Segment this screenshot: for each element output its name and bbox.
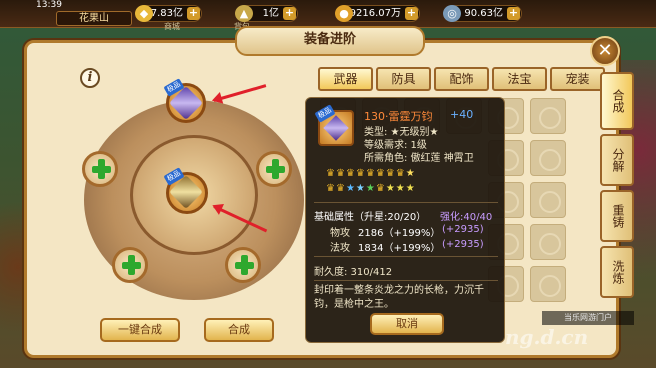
inventory-cell[interactable] xyxy=(530,140,566,176)
coin-currency: ● 9216.07万 + xyxy=(335,5,420,22)
tooltip-item-icon: 极品 xyxy=(314,104,354,146)
tab-accessory[interactable]: 配饰 xyxy=(434,67,489,91)
durability: 耐久度: 310/412 xyxy=(314,267,393,278)
tab-pet-gear[interactable]: 宠装 xyxy=(550,67,605,91)
tab-armor[interactable]: 防具 xyxy=(376,67,431,91)
mag-atk-label: 法攻 xyxy=(330,243,350,254)
add-material-slot-right[interactable] xyxy=(256,151,292,187)
tooltip-divider xyxy=(314,280,498,281)
item-role-req: 所需角色: 傲红莲 神霄卫 xyxy=(364,153,474,164)
plus-icon xyxy=(235,255,254,275)
copper-coin-icon: ● xyxy=(335,5,353,22)
plus-icon xyxy=(92,159,111,179)
mag-atk-bonus: (+2935) xyxy=(442,239,484,250)
result-slot-center[interactable]: 极品 xyxy=(163,167,208,214)
inventory-cell[interactable] xyxy=(530,182,566,218)
add-ingot-button[interactable]: + xyxy=(187,7,200,20)
location-label: 花果山 xyxy=(56,11,132,26)
mag-atk-value: 1834（+199%） xyxy=(358,243,441,254)
tooltip-divider xyxy=(314,256,498,257)
tooltip-divider xyxy=(314,202,498,203)
close-button[interactable]: ✕ xyxy=(590,36,620,66)
add-coin-button[interactable]: + xyxy=(405,7,418,20)
inventory-cell[interactable] xyxy=(530,98,566,134)
watermark-text: 当乐网游门户 xyxy=(542,311,634,325)
add-material-slot-bottom-right[interactable] xyxy=(225,247,261,283)
ingot-currency: ◆ 57.83亿 + xyxy=(135,5,202,22)
side-tab-decompose[interactable]: 分解 xyxy=(600,134,634,186)
star-rating-row-2: ♛♛★★★♛★★★ xyxy=(326,183,416,194)
material-slot-top[interactable]: 极品 xyxy=(163,78,206,123)
points-currency: ◎ 90.63亿 + xyxy=(443,5,522,22)
points-icon: ◎ xyxy=(443,5,461,22)
silver-icon: ▲ xyxy=(235,5,253,22)
panel-title: 装备进阶 xyxy=(303,32,356,47)
item-description: 封印着一整条炎龙之力的长枪，力沉千钧，是枪中之王。 xyxy=(314,285,484,310)
top-status-bar: 13:39 花果山 ◆ 57.83亿 + ▲ 1亿 + ● 9216.07万 +… xyxy=(0,0,656,31)
item-plus-level: +40 xyxy=(450,108,474,121)
phys-atk-value: 2186（+199%） xyxy=(358,228,441,239)
base-attr-label: 基础属性（升星:20/20） xyxy=(314,212,427,223)
tab-treasure[interactable]: 法宝 xyxy=(492,67,547,91)
phys-atk-bonus: (+2935) xyxy=(442,224,484,235)
add-material-slot-bottom-left[interactable] xyxy=(112,247,148,283)
tab-weapon[interactable]: 武器 xyxy=(318,67,373,91)
clock: 13:39 xyxy=(36,0,62,10)
plus-icon xyxy=(122,255,141,275)
gold-ingot-icon: ◆ xyxy=(135,5,153,22)
item-tooltip: 极品 130·雷霆万钧 +40 类型: ★无级别★ 等级需求: 1级 所需角色:… xyxy=(305,97,505,343)
add-silver-button[interactable]: + xyxy=(283,7,296,20)
plus-icon xyxy=(266,159,285,179)
info-icon[interactable]: i xyxy=(80,68,100,88)
cancel-button[interactable]: 取消 xyxy=(370,313,444,335)
mall-label: 商城 xyxy=(164,22,180,31)
item-name: 130·雷霆万钧 xyxy=(364,110,433,123)
compose-button[interactable]: 合成 xyxy=(204,318,274,342)
add-points-button[interactable]: + xyxy=(507,7,520,20)
one-click-compose-button[interactable]: 一键合成 xyxy=(100,318,180,342)
star-rating-row-1: ♛♛♛♛♛♛♛♛★ xyxy=(326,168,416,179)
inventory-cell[interactable] xyxy=(530,266,566,302)
silver-currency: ▲ 1亿 + xyxy=(235,5,298,22)
weapon-item-icon xyxy=(323,115,349,141)
watermark-logo: ng.d.cn xyxy=(505,325,589,349)
side-tab-refine[interactable]: 洗炼 xyxy=(600,246,634,298)
side-tab-compose[interactable]: 合成 xyxy=(600,72,634,130)
phys-atk-label: 物攻 xyxy=(330,228,350,239)
enhance-label: 强化:40/40 xyxy=(440,212,493,223)
inventory-cell[interactable] xyxy=(530,224,566,260)
side-tab-recast[interactable]: 重铸 xyxy=(600,190,634,242)
add-material-slot-left[interactable] xyxy=(82,151,118,187)
